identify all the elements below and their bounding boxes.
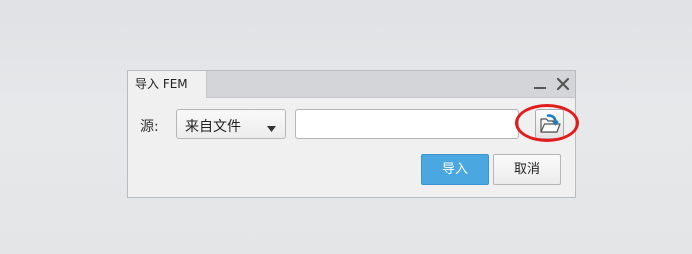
minimize-icon[interactable] xyxy=(531,75,549,93)
browse-file-button[interactable] xyxy=(535,109,564,139)
dialog-title-tab[interactable]: 导入 FEM xyxy=(128,71,207,98)
source-dropdown[interactable]: 来自文件 xyxy=(176,109,286,139)
dialog-titlebar: 导入 FEM xyxy=(128,71,575,98)
close-icon[interactable] xyxy=(554,75,572,93)
file-path-input[interactable] xyxy=(295,109,519,139)
import-button[interactable]: 导入 xyxy=(421,154,489,185)
cancel-button[interactable]: 取消 xyxy=(493,154,561,185)
source-dropdown-value: 来自文件 xyxy=(185,119,241,135)
dropdown-arrow-icon xyxy=(267,121,276,136)
source-label: 源: xyxy=(140,119,159,135)
import-fem-dialog: 导入 FEM 源: 来自文件 导入 取消 xyxy=(127,70,579,198)
